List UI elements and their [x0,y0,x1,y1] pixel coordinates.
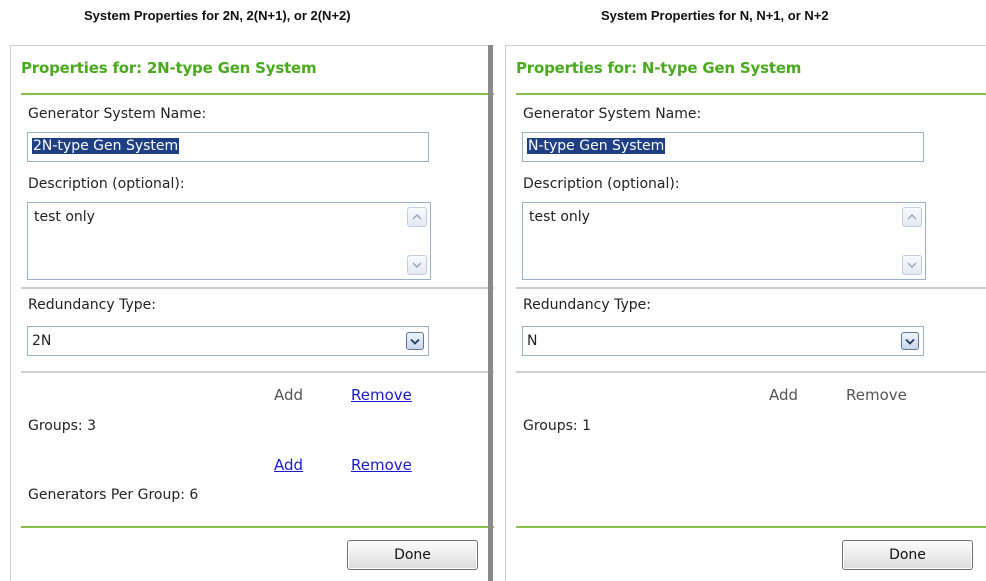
remove-group-link[interactable]: Remove [351,386,412,404]
chevron-up-icon [412,214,422,220]
groups-count: Groups: 1 [523,418,591,434]
done-button[interactable]: Done [842,540,973,570]
dropdown-button[interactable] [406,332,424,350]
redundancy-type-select[interactable]: N [522,326,924,356]
system-name-value: 2N-type Gen System [32,138,180,154]
generators-per-group: Generators Per Group: 6 [28,487,199,503]
properties-panel-n: Properties for: N-type Gen System Genera… [505,45,986,581]
system-name-input[interactable]: N-type Gen System [522,132,924,162]
description-textarea[interactable]: test only [522,202,926,280]
section-divider [516,287,986,289]
description-value: test only [34,209,95,225]
redundancy-type-value: 2N [32,333,52,349]
system-name-value: N-type Gen System [527,138,666,154]
chevron-down-icon [410,338,420,345]
chevron-down-icon [905,338,915,345]
properties-panel-2n: Properties for: 2N-type Gen System Gener… [10,45,494,581]
redundancy-type-select[interactable]: 2N [27,326,429,356]
scroll-down-button[interactable] [407,255,427,275]
section-divider [21,287,494,289]
groups-count: Groups: 3 [28,418,96,434]
remove-group-link-disabled: Remove [846,386,907,404]
description-value: test only [529,209,590,225]
panel-separator [488,45,493,581]
chevron-up-icon [907,214,917,220]
caption-2n-systems: System Properties for 2N, 2(N+1), or 2(N… [84,8,351,23]
description-textarea[interactable]: test only [27,202,431,280]
panel-title: Properties for: N-type Gen System [516,59,802,77]
done-button[interactable]: Done [347,540,478,570]
panel-title: Properties for: 2N-type Gen System [21,59,317,77]
section-divider [21,371,494,373]
remove-generator-link[interactable]: Remove [351,456,412,474]
system-name-input[interactable]: 2N-type Gen System [27,132,429,162]
redundancy-type-value: N [527,333,538,349]
redundancy-type-label: Redundancy Type: [28,297,156,313]
chevron-down-icon [412,262,422,268]
chevron-down-icon [907,262,917,268]
description-label: Description (optional): [28,176,185,192]
scroll-up-button[interactable] [407,207,427,227]
footer-divider [516,526,986,528]
add-group-link-disabled: Add [274,386,304,404]
dropdown-button[interactable] [901,332,919,350]
footer-divider [21,526,494,528]
scroll-up-button[interactable] [902,207,922,227]
system-name-label: Generator System Name: [28,106,207,122]
add-generator-link[interactable]: Add [274,456,303,474]
caption-n-systems: System Properties for N, N+1, or N+2 [601,8,829,23]
section-divider [516,371,986,373]
title-divider [21,93,494,95]
add-group-link-disabled: Add [769,386,799,404]
redundancy-type-label: Redundancy Type: [523,297,651,313]
title-divider [516,93,986,95]
description-label: Description (optional): [523,176,680,192]
system-name-label: Generator System Name: [523,106,702,122]
scroll-down-button[interactable] [902,255,922,275]
